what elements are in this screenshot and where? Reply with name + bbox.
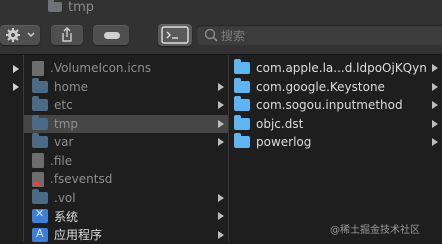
chevron-right-icon <box>13 65 19 73</box>
list-item-label: var <box>54 135 74 149</box>
list-item[interactable]: com.google.Keystone <box>229 77 442 96</box>
list-item-label: .vol <box>54 190 76 205</box>
list-item[interactable]: com.sogou.inputmethod <box>229 96 442 114</box>
folder-icon <box>32 77 48 93</box>
chevron-right-icon <box>432 64 438 72</box>
list-item[interactable]: .fseventsd <box>24 170 228 188</box>
list-item[interactable]: home <box>24 77 228 96</box>
list-item[interactable]: etc <box>24 96 228 114</box>
system-icon <box>32 207 48 223</box>
chevron-right-icon <box>432 119 438 128</box>
search-icon <box>204 28 218 42</box>
list-item[interactable]: .file <box>24 152 228 170</box>
terminal-icon <box>161 26 189 44</box>
chevron-right-icon <box>13 83 19 91</box>
list-item[interactable]: objc.dst <box>229 114 442 133</box>
list-item-label: 应用程序 <box>54 228 103 242</box>
chevron-right-icon <box>218 82 224 91</box>
chevron-right-icon <box>218 230 224 239</box>
folder-icon <box>234 96 250 111</box>
terminal-button[interactable] <box>158 24 192 46</box>
folder-icon <box>234 114 250 130</box>
list-item-label: com.apple.la...d.ldpoOjKQyn <box>256 61 427 75</box>
list-item-label: .fseventsd <box>50 172 113 186</box>
folder-icon <box>32 188 48 204</box>
action-menu-button[interactable] <box>0 25 40 45</box>
list-item-label: .file <box>50 153 73 168</box>
list-item[interactable]: var <box>24 133 228 151</box>
tag-icon <box>104 32 120 39</box>
list-item-label: objc.dst <box>256 116 304 131</box>
list-item[interactable]: .VolumeIcon.icns <box>24 59 228 77</box>
window-title-text: tmp <box>68 0 95 15</box>
chevron-right-icon <box>218 101 224 109</box>
folder-icon <box>32 114 48 130</box>
watermark: @稀土掘金技术社区 <box>330 225 420 236</box>
list-item[interactable]: powerlog <box>229 133 442 151</box>
list-item-label: .VolumeIcon.icns <box>50 61 152 75</box>
window-title: tmp <box>48 0 94 15</box>
tag-button[interactable] <box>93 25 129 45</box>
folder-icon <box>32 133 48 148</box>
share-button[interactable] <box>51 25 83 45</box>
chevron-right-icon <box>218 119 224 128</box>
search-placeholder: 搜索 <box>221 29 246 43</box>
folder-icon <box>234 77 250 93</box>
chevron-right-icon <box>218 138 224 146</box>
share-icon <box>62 27 72 42</box>
list-item-label: com.google.Keystone <box>256 79 385 94</box>
toolbar: tmp 搜索 <box>0 0 442 55</box>
list-item-label: tmp <box>54 116 79 131</box>
list-item-label: powerlog <box>256 135 312 149</box>
list-item-label: home <box>54 79 89 94</box>
folder-icon <box>234 133 250 148</box>
list-item[interactable]: tmp <box>24 114 228 133</box>
list-item[interactable]: .vol <box>24 188 228 207</box>
chevron-down-icon <box>27 32 35 38</box>
list-item-label: com.sogou.inputmethod <box>256 98 403 112</box>
chevron-right-icon <box>432 101 438 109</box>
chevron-right-icon <box>432 138 438 146</box>
column-browser: .VolumeIcon.icns home etc tmp var .file .fseve… <box>0 55 442 242</box>
folder-icon <box>32 96 48 111</box>
chevron-right-icon <box>432 82 438 91</box>
list-item-label: etc <box>54 98 73 112</box>
list-item[interactable]: com.apple.la...d.ldpoOjKQyn <box>229 59 442 77</box>
list-item[interactable]: 应用程序 <box>24 226 228 244</box>
chevron-right-icon <box>218 212 224 220</box>
applications-icon <box>32 227 48 242</box>
gear-icon <box>6 28 35 42</box>
chevron-right-icon <box>218 193 224 202</box>
search-field[interactable]: 搜索 <box>197 25 442 45</box>
list-item-label: 系统 <box>54 209 79 224</box>
folder-icon <box>48 0 62 12</box>
folder-icon <box>234 59 250 74</box>
file-icon <box>32 153 44 168</box>
file-icon <box>32 60 44 76</box>
file-icon <box>32 171 44 187</box>
list-item[interactable]: 系统 <box>24 207 228 225</box>
